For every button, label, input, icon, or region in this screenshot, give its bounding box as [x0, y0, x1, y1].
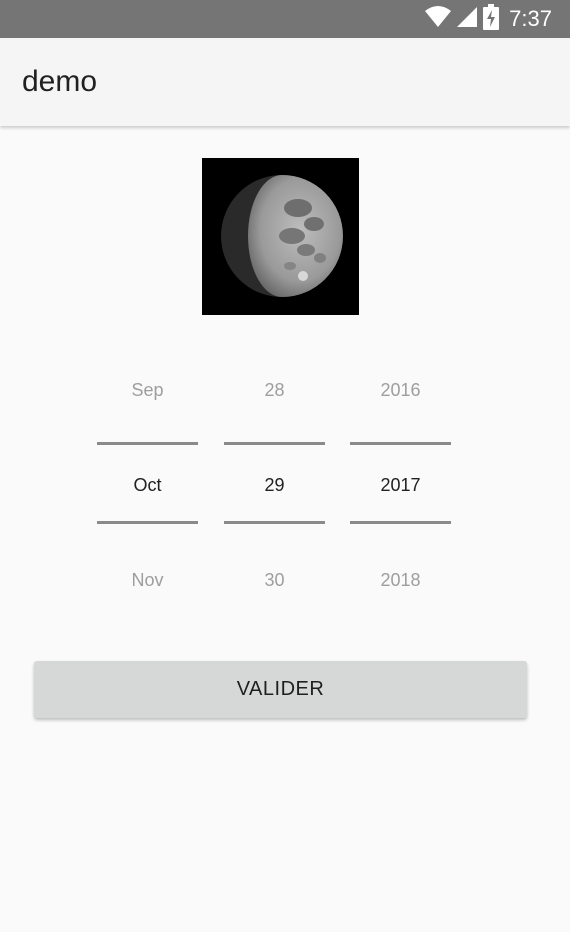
- year-next[interactable]: 2018: [350, 570, 451, 591]
- month-prev[interactable]: Sep: [97, 380, 198, 401]
- day-divider-top: [224, 442, 325, 445]
- valider-button[interactable]: VALIDER: [34, 661, 527, 718]
- day-picker[interactable]: 28 29 30: [224, 350, 325, 610]
- month-picker[interactable]: Sep Oct Nov: [97, 350, 198, 610]
- month-divider-bottom: [97, 521, 198, 524]
- app-bar: demo: [0, 38, 570, 126]
- signal-icon: [457, 6, 478, 33]
- status-time: 7:37: [509, 6, 552, 31]
- month-divider-top: [97, 442, 198, 445]
- year-divider-top: [350, 442, 451, 445]
- status-icons: 7:37: [425, 0, 552, 38]
- year-picker[interactable]: 2016 2017 2018: [350, 350, 451, 610]
- month-next[interactable]: Nov: [97, 570, 198, 591]
- month-selected[interactable]: Oct: [97, 475, 198, 496]
- day-selected[interactable]: 29: [224, 475, 325, 496]
- moon-phase-image: [202, 158, 359, 315]
- status-bar: 7:37: [0, 0, 570, 38]
- day-prev[interactable]: 28: [224, 380, 325, 401]
- day-next[interactable]: 30: [224, 570, 325, 591]
- battery-charging-icon: [483, 3, 500, 35]
- app-title: demo: [22, 65, 98, 98]
- day-divider-bottom: [224, 521, 325, 524]
- year-divider-bottom: [350, 521, 451, 524]
- year-prev[interactable]: 2016: [350, 380, 451, 401]
- year-selected[interactable]: 2017: [350, 475, 451, 496]
- wifi-icon: [425, 5, 452, 33]
